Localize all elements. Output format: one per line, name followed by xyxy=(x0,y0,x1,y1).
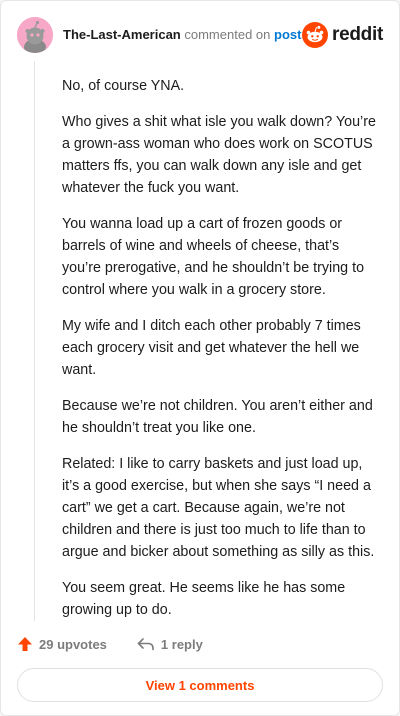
comment-paragraph: Because we’re not children. You aren’t e… xyxy=(62,398,373,436)
reddit-wordmark: reddit xyxy=(332,24,383,45)
view-comments-button[interactable]: View 1 comments xyxy=(17,668,383,702)
comment-card: The-Last-American commented on post redd… xyxy=(0,0,400,716)
upvote-button[interactable]: 29 upvotes xyxy=(17,636,107,652)
thread-line[interactable] xyxy=(34,61,35,621)
comment-paragraph: You wanna load up a cart of frozen goods… xyxy=(62,216,365,298)
comment-paragraph: My wife and I ditch each other probably … xyxy=(62,318,361,378)
reply-count: 1 reply xyxy=(160,636,203,652)
reddit-snoo-icon xyxy=(302,22,329,48)
upvote-arrow-icon xyxy=(18,637,32,651)
comment-header: The-Last-American commented on post redd… xyxy=(17,17,383,53)
user-avatar[interactable] xyxy=(17,17,53,53)
comment-actions: 29 upvotes 1 reply xyxy=(17,633,203,655)
comment-paragraph: You seem great. He seems like he has som… xyxy=(62,580,346,618)
comment-paragraph: Who gives a shit what isle you walk down… xyxy=(62,114,376,196)
username-link[interactable]: The-Last-American xyxy=(63,27,181,42)
commented-on-text: commented on xyxy=(184,27,271,42)
upvote-count: 29 upvotes xyxy=(39,636,107,652)
reply-arrow-icon xyxy=(137,638,154,651)
comment-body: No, of course YNA. Who gives a shit what… xyxy=(62,75,377,635)
snoo-avatar-icon xyxy=(17,17,53,53)
comment-paragraph: Related: I like to carry baskets and jus… xyxy=(62,456,375,560)
reply-button[interactable]: 1 reply xyxy=(137,637,203,652)
reddit-logo[interactable]: reddit xyxy=(302,21,383,49)
comment-meta: The-Last-American commented on post xyxy=(63,27,301,43)
comment-paragraph: No, of course YNA. xyxy=(62,78,185,94)
post-link[interactable]: post xyxy=(274,27,301,42)
